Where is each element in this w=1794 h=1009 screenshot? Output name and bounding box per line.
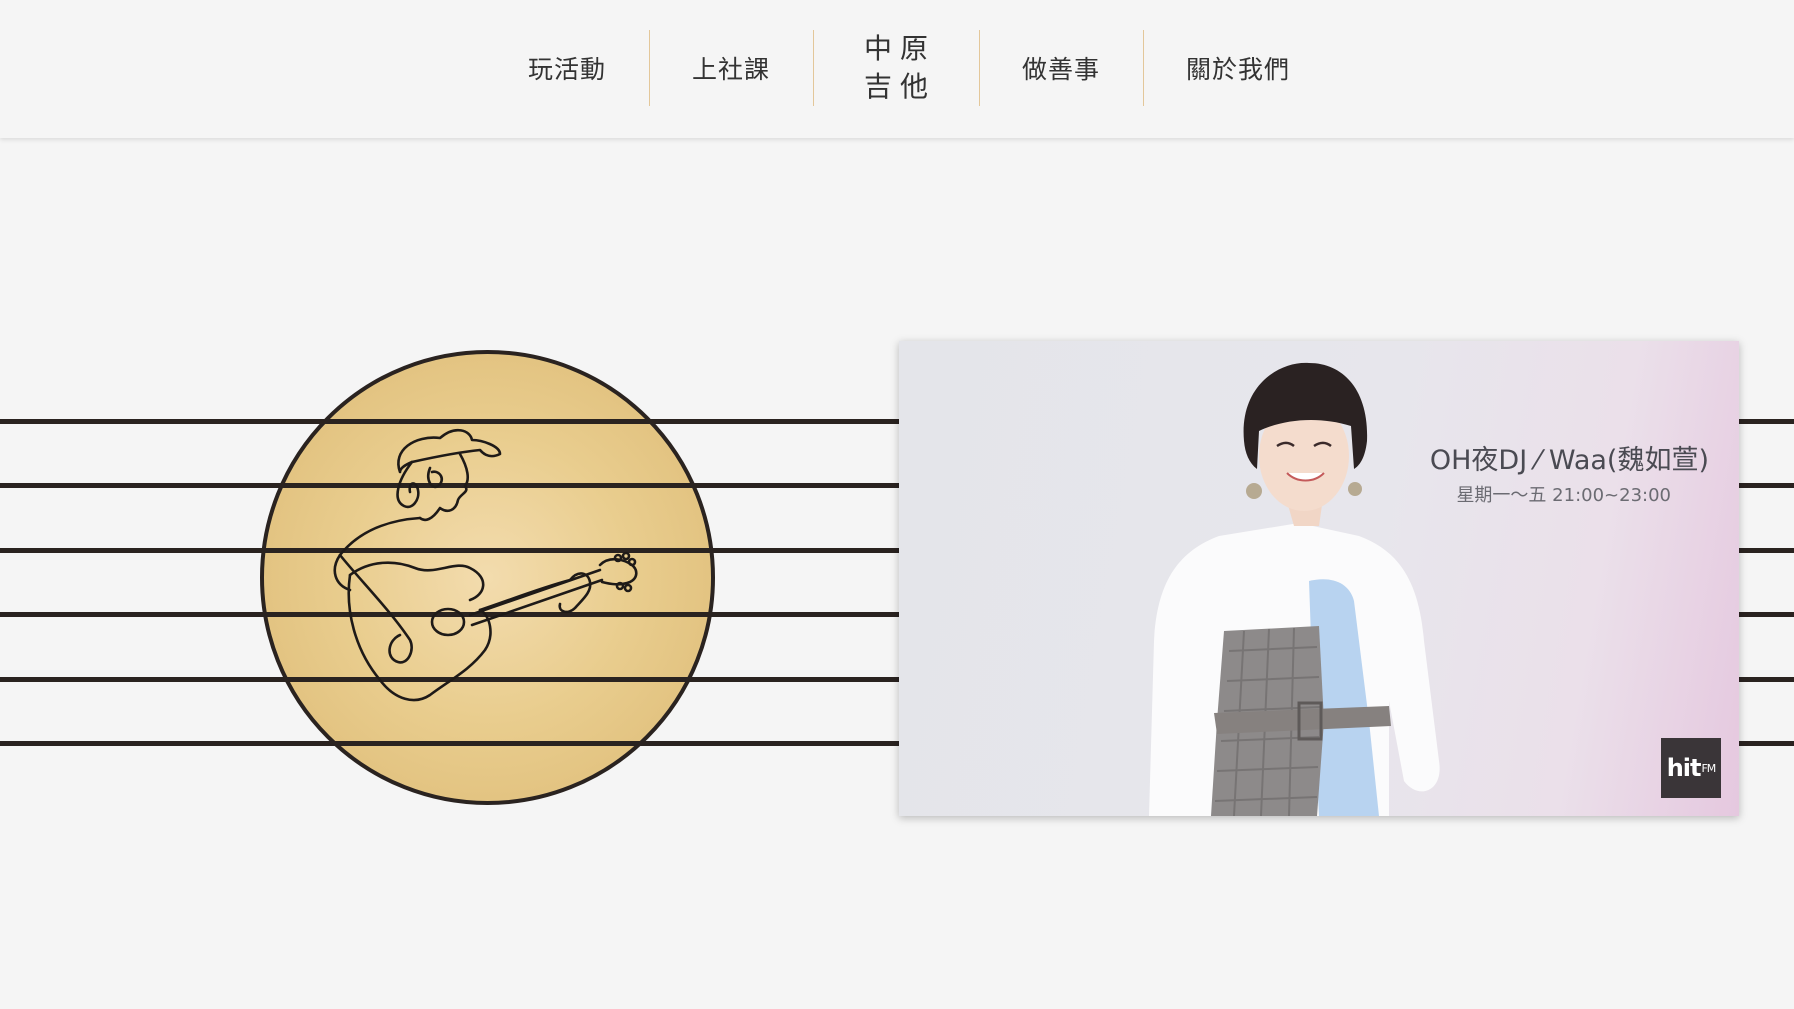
logo-line-2: 吉他 bbox=[863, 70, 936, 103]
page: 玩活動 上社課 中原 吉他 做善事 關於我們 OH夜DJ ⁄ Waa(魏如萱) … bbox=[0, 0, 1794, 1009]
video-player[interactable]: OH夜DJ ⁄ Waa(魏如萱) 星期一～五 21:00~23:00 hit FM bbox=[899, 341, 1739, 816]
nav-item-club-class[interactable]: 上社課 bbox=[649, 30, 813, 106]
dj-show-title: OH夜DJ ⁄ Waa(魏如萱) bbox=[1429, 445, 1709, 476]
top-navbar: 玩活動 上社課 中原 吉他 做善事 關於我們 bbox=[0, 0, 1794, 138]
guitarist-illustration bbox=[333, 428, 638, 702]
nav-item-label: 玩活動 bbox=[527, 55, 606, 84]
home-logo-link[interactable]: 中原 吉他 bbox=[813, 30, 979, 106]
nav-item-label: 關於我們 bbox=[1185, 55, 1290, 84]
logo-line-1: 中原 bbox=[863, 32, 936, 65]
hit-logo-sub: FM bbox=[1701, 761, 1716, 775]
dj-show-schedule: 星期一～五 21:00~23:00 bbox=[1456, 485, 1671, 506]
nav-item-charity[interactable]: 做善事 bbox=[979, 30, 1143, 106]
nav-item-about-us[interactable]: 關於我們 bbox=[1143, 30, 1333, 106]
site-logo: 中原 吉他 bbox=[856, 30, 936, 106]
nav-item-label: 上社課 bbox=[691, 55, 770, 84]
main-nav: 玩活動 上社課 中原 吉他 做善事 關於我們 bbox=[485, 30, 1333, 106]
hit-fm-logo: hit FM bbox=[1661, 738, 1721, 798]
nav-item-activities[interactable]: 玩活動 bbox=[485, 30, 649, 106]
hit-logo-main: hit bbox=[1666, 754, 1702, 782]
nav-item-label: 做善事 bbox=[1021, 55, 1100, 84]
dj-photo bbox=[1149, 362, 1440, 816]
